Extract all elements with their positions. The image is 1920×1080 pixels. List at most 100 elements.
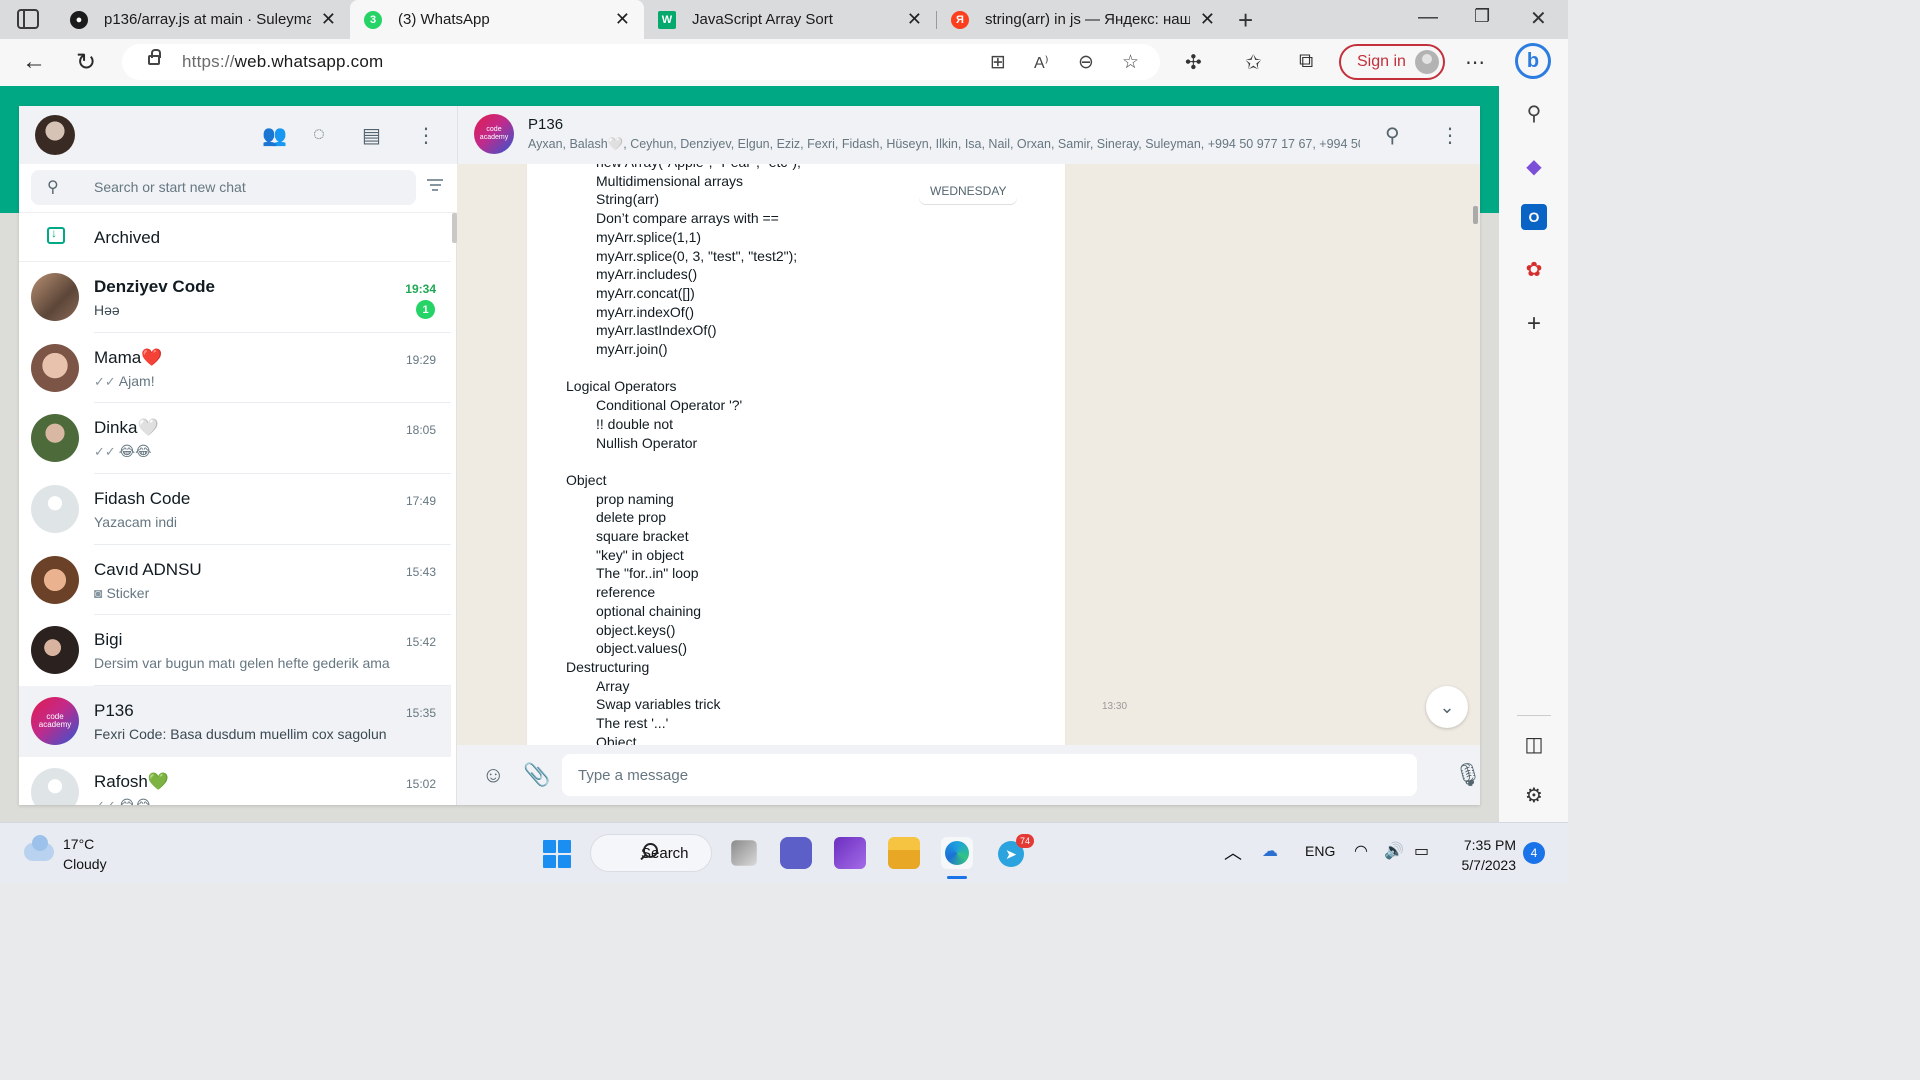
visual-studio-icon[interactable] <box>834 837 866 869</box>
tab-github[interactable]: ● p136/array.js at main · Suleyman ✕ <box>56 0 350 39</box>
tab-title: (3) WhatsApp <box>398 11 490 28</box>
message-scrollbar[interactable] <box>1473 206 1478 224</box>
day-divider: WEDNESDAY <box>919 178 1018 204</box>
chat-item-fidash-code[interactable]: Fidash Code Yazacam indi 17:49 <box>19 474 451 545</box>
telegram-taskbar-button[interactable]: ➤ 74 <box>996 834 1034 869</box>
search-row: ⚲ Search or start new chat <box>19 164 457 213</box>
tab-w3schools[interactable]: W JavaScript Array Sort ✕ <box>644 0 936 39</box>
group-name[interactable]: P136 <box>528 116 563 133</box>
message-time: 13:30 <box>1102 701 1128 712</box>
communities-icon[interactable]: 👥 <box>262 123 287 148</box>
chat-time: 15:42 <box>405 635 436 650</box>
extensions-icon[interactable]: ✣ <box>1185 50 1202 75</box>
emoji-icon[interactable]: ☺ <box>482 762 504 788</box>
sidebar-search-icon[interactable]: ⚲ <box>1521 100 1547 126</box>
url-text[interactable]: https://web.whatsapp.com <box>182 52 383 72</box>
close-window-icon[interactable]: ✕ <box>1530 6 1547 31</box>
favorites-icon[interactable]: ✩ <box>1245 50 1262 75</box>
minimize-icon[interactable]: — <box>1418 6 1438 29</box>
archived-item[interactable]: Archived <box>19 213 451 262</box>
search-messages-icon[interactable]: ⚲ <box>1385 123 1400 148</box>
lock-icon[interactable] <box>148 49 161 65</box>
windows-start-icon[interactable] <box>543 840 571 868</box>
file-explorer-icon[interactable] <box>888 837 920 869</box>
message-line: Array <box>596 677 630 694</box>
chat-item-cavid-adnsu[interactable]: Cavıd ADNSU ◙ Sticker 15:43 <box>19 545 451 616</box>
chat-item-denziyev-code[interactable]: Denziyev Code Həə 19:34 1 <box>19 262 451 333</box>
weather-condition[interactable]: Cloudy <box>63 856 107 872</box>
menu-icon[interactable]: ⋮ <box>416 123 436 148</box>
sidebar-divider <box>1517 715 1551 716</box>
telegram-badge: 74 <box>1016 834 1034 848</box>
chat-item-mama[interactable]: Mama❤️ ✓✓ Ajam! 19:29 <box>19 333 451 404</box>
message-bubble[interactable]: new Array("Apple", "Pear", "etc"); Multid… <box>527 164 1127 745</box>
notification-badge[interactable]: 4 <box>1523 842 1545 864</box>
new-tab-icon[interactable]: + <box>1238 5 1253 36</box>
wifi-icon[interactable]: ◠ <box>1354 841 1368 861</box>
more-menu-icon[interactable]: ⋯ <box>1465 50 1485 75</box>
task-view-icon[interactable] <box>731 840 757 866</box>
message-line: The "for..in" loop <box>596 565 699 582</box>
back-icon[interactable]: ← <box>22 48 46 76</box>
sidebar-settings-icon[interactable]: ⚙ <box>1521 782 1547 808</box>
new-chat-icon[interactable]: ▤ <box>362 123 381 148</box>
add-favorite-icon[interactable]: ☆ <box>1122 51 1139 74</box>
teams-icon[interactable] <box>780 837 812 869</box>
whatsapp-icon: 3 <box>364 10 382 29</box>
weather-temperature[interactable]: 17°C <box>63 836 94 852</box>
onedrive-icon[interactable]: ☁ <box>1262 841 1278 861</box>
default-avatar-icon <box>31 767 79 805</box>
message-line: object.keys() <box>596 621 676 638</box>
app-available-icon[interactable]: ⊞ <box>990 51 1006 74</box>
collections-icon[interactable]: ⧉ <box>1299 50 1313 73</box>
address-bar[interactable]: https://web.whatsapp.com ⊞ A⁾ ⊖ ☆ <box>122 44 1160 80</box>
conversation-pane: code academy P136 Ayxan, Balash🤍, Ceyhun… <box>457 106 1482 805</box>
edge-taskbar-button[interactable] <box>941 837 973 869</box>
attach-icon[interactable]: 📎 <box>523 762 550 788</box>
restore-icon[interactable]: ❐ <box>1474 6 1490 27</box>
copilot-icon[interactable]: ◆ <box>1521 153 1547 179</box>
close-tab-icon[interactable]: ✕ <box>615 9 630 30</box>
read-ticks-icon: ✓✓ <box>94 444 116 460</box>
chat-item-rafosh[interactable]: Rafosh💚 ✓✓😂😂 15:02 <box>19 757 451 805</box>
my-avatar[interactable] <box>35 115 75 155</box>
chat-item-bigi[interactable]: Bigi Dersim var bugun matı gelen hefte g… <box>19 615 451 687</box>
add-sidebar-app-icon[interactable]: + <box>1521 310 1547 337</box>
cloud-icon[interactable] <box>24 835 54 861</box>
language-indicator[interactable]: ENG <box>1305 843 1335 859</box>
sign-in-button[interactable]: Sign in <box>1339 44 1445 80</box>
scroll-down-button[interactable]: ⌄ <box>1426 686 1468 728</box>
battery-icon[interactable]: ▭ <box>1414 841 1429 861</box>
zoom-icon[interactable]: ⊖ <box>1078 51 1094 74</box>
read-aloud-icon[interactable]: A⁾ <box>1034 53 1049 73</box>
refresh-icon[interactable]: ↻ <box>76 48 96 77</box>
close-tab-icon[interactable]: ✕ <box>1200 9 1215 30</box>
conversation-menu-icon[interactable]: ⋮ <box>1440 123 1460 148</box>
system-clock[interactable]: 7:35 PM 5/7/2023 <box>1452 835 1517 875</box>
message-line: reference <box>596 584 656 601</box>
group-avatar[interactable]: code academy <box>474 114 514 154</box>
conversation-header[interactable]: code academy P136 Ayxan, Balash🤍, Ceyhun… <box>457 106 1480 164</box>
search-input[interactable]: ⚲ Search or start new chat <box>31 170 416 205</box>
filter-icon[interactable] <box>427 179 443 193</box>
edge-sidebar: ⚲ ◆ O ✿ + ◫ ⚙ <box>1499 86 1568 822</box>
games-icon[interactable]: ✿ <box>1521 256 1547 282</box>
outlook-icon[interactable]: O <box>1521 204 1547 230</box>
message-input[interactable] <box>562 754 1417 796</box>
tab-actions-icon[interactable] <box>17 9 39 29</box>
bing-chat-icon[interactable]: b <box>1515 43 1551 79</box>
microphone-icon[interactable]: 🎙 <box>1454 762 1482 788</box>
chat-item-dinka[interactable]: Dinka🤍 ✓✓ 😂😂 18:05 <box>19 403 451 475</box>
show-hidden-icons-icon[interactable]: ︿ <box>1224 839 1242 865</box>
tab-whatsapp[interactable]: 3 (3) WhatsApp ✕ <box>350 0 644 39</box>
close-tab-icon[interactable]: ✕ <box>321 9 336 30</box>
clock-date: 5/7/2023 <box>1461 857 1517 873</box>
tab-yandex[interactable]: Я string(arr) in js — Яндекс: нашло ✕ <box>937 0 1229 39</box>
volume-icon[interactable]: 🔊 <box>1384 841 1404 861</box>
hide-sidebar-icon[interactable]: ◫ <box>1521 731 1547 757</box>
chat-item-p136[interactable]: code academy P136 Fexri Code: Basa dusdu… <box>19 686 451 757</box>
message-line: square bracket <box>596 528 689 544</box>
taskbar-search-button[interactable]: Search <box>590 834 712 872</box>
close-tab-icon[interactable]: ✕ <box>907 9 922 30</box>
status-icon[interactable]: ◌ <box>313 123 325 146</box>
